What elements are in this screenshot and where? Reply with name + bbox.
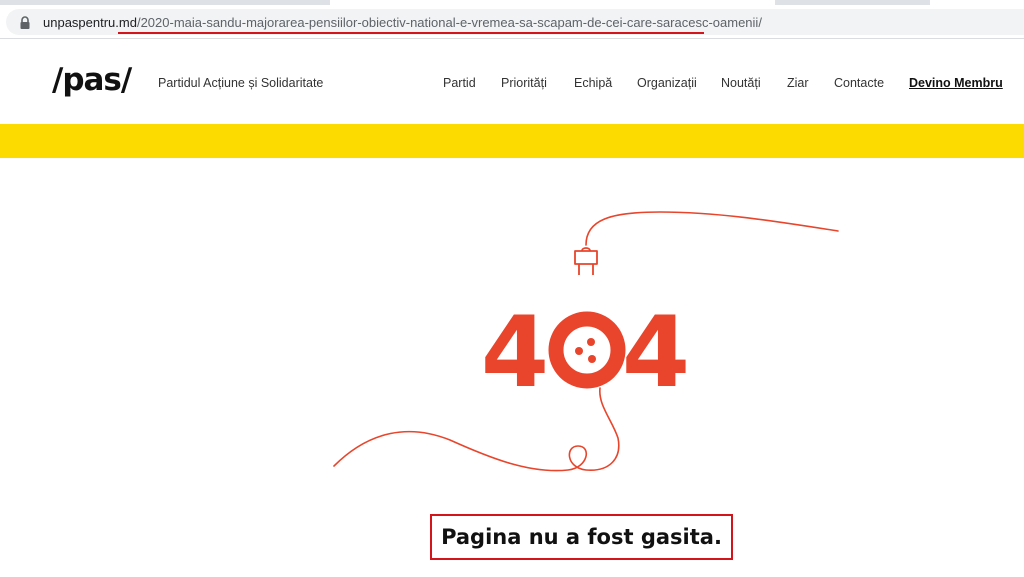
- nav-item-ziar[interactable]: Ziar: [787, 76, 809, 90]
- url-domain: unpaspentru.md: [43, 15, 137, 30]
- socket-icon: [548, 311, 626, 389]
- pas-logo[interactable]: /pas/: [52, 60, 132, 100]
- devino-membru-link[interactable]: Devino Membru: [909, 76, 1003, 90]
- nav-item-contacte[interactable]: Contacte: [834, 76, 884, 90]
- error-message: Pagina nu a fost gasita.: [441, 525, 722, 549]
- upper-cable: [585, 211, 839, 246]
- lock-icon[interactable]: [19, 16, 31, 30]
- url-path: /2020-maia-sandu-majorarea-pensiilor-obi…: [136, 15, 762, 30]
- party-name[interactable]: Partidul Acțiune și Solidaritate: [158, 76, 323, 90]
- nav-item-echipa[interactable]: Echipă: [574, 76, 612, 90]
- nav-item-organizatii[interactable]: Organizații: [637, 76, 697, 90]
- nav-item-partid[interactable]: Partid: [443, 76, 476, 90]
- nav-item-prioritati[interactable]: Priorități: [501, 76, 547, 90]
- site-header: /pas/ Partidul Acțiune și Solidaritate P…: [0, 39, 1024, 124]
- nav-item-noutati[interactable]: Noutăți: [721, 76, 761, 90]
- yellow-banner: [0, 124, 1024, 158]
- error-message-highlight: Pagina nu a fost gasita.: [430, 514, 733, 560]
- browser-address-bar: unpaspentru.md/2020-maia-sandu-majorarea…: [0, 5, 1024, 39]
- error-code-right: 4: [622, 296, 690, 410]
- lower-cable: [333, 387, 620, 472]
- error-code-left: 4: [481, 296, 549, 410]
- url-text[interactable]: unpaspentru.md/2020-maia-sandu-majorarea…: [43, 15, 762, 31]
- plug-icon: [574, 247, 598, 275]
- url-red-underline: [118, 32, 704, 34]
